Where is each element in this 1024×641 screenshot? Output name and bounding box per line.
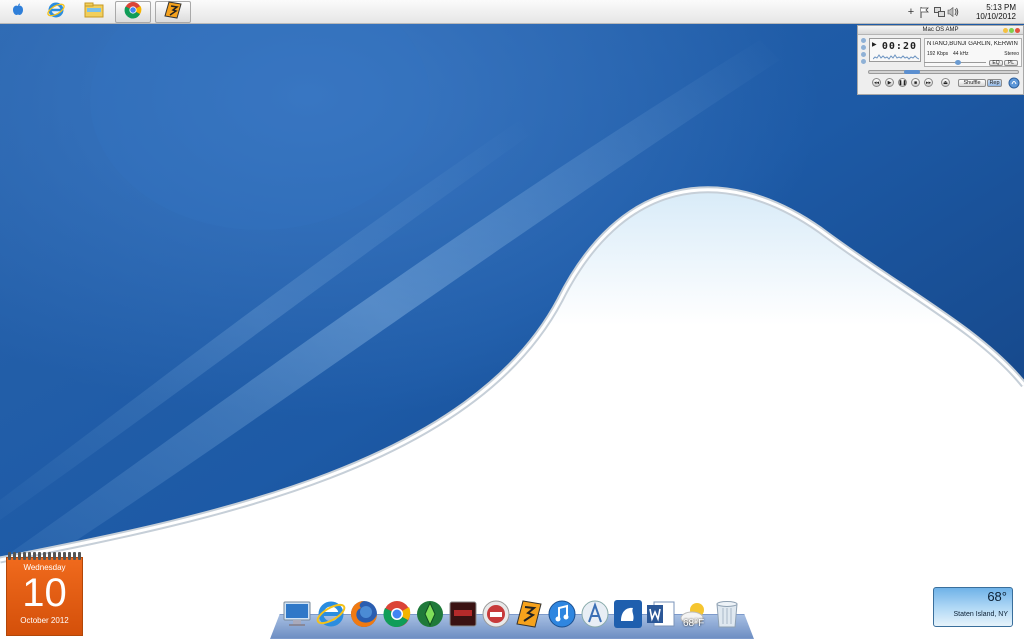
shuffle-button[interactable]: Shuffle (958, 79, 986, 87)
dock-internet-explorer[interactable] (315, 597, 347, 631)
frog-app-icon (613, 599, 643, 629)
amp-player-window: Mac OS AMP ▶ 00:20 NTANO,BUNJI GARLIN, K… (857, 25, 1024, 95)
calendar-month-year: October 2012 (20, 616, 69, 625)
taskbar-winamp-button[interactable] (155, 0, 191, 24)
amp-side-buttons (861, 38, 866, 64)
play-state-icon: ▶ (872, 42, 877, 48)
weather-widget[interactable]: 68° Staten Island, NY (933, 587, 1013, 627)
sims-icon (415, 599, 445, 629)
options-button[interactable] (861, 38, 866, 43)
ie-icon (47, 1, 65, 24)
apple-icon (12, 3, 24, 21)
close-button[interactable] (1015, 28, 1020, 33)
pause-button[interactable]: ❚❚ (898, 78, 907, 87)
amp-bitrate: 192 Kbps (927, 51, 949, 57)
taskbar-chrome-button[interactable] (115, 1, 151, 23)
dock-firefox[interactable] (348, 597, 380, 631)
network-icon[interactable] (932, 5, 946, 19)
media-icon (448, 600, 478, 628)
chrome-icon (124, 1, 142, 24)
repeat-button[interactable]: Rep (987, 79, 1002, 87)
dock-word[interactable] (645, 597, 677, 631)
firefox-icon (349, 599, 379, 629)
app-store-icon (580, 599, 610, 629)
dock-winamp[interactable] (513, 597, 545, 631)
system-tray: + 5:13 PM 10/10/2012 (904, 0, 1024, 24)
taskbar: + 5:13 PM 10/10/2012 (0, 0, 1024, 24)
dock-chrome[interactable] (381, 597, 413, 631)
volume-slider[interactable] (924, 60, 986, 65)
spectrum-visualizer (873, 54, 919, 60)
amp-song-title: NTANO,BUNJI GARLIN, KERWIN (927, 41, 1018, 47)
amp-time-display: ▶ 00:20 (869, 38, 921, 62)
always-on-top-button[interactable] (861, 45, 866, 50)
amp-stereo-indicator: Stereo (1004, 51, 1019, 57)
taskbar-ie-button[interactable] (38, 1, 74, 23)
word-icon (646, 599, 676, 629)
dock-app-store[interactable] (579, 597, 611, 631)
trash-icon (714, 599, 740, 629)
ie-icon (316, 599, 346, 629)
dock-frog-app[interactable] (612, 597, 644, 631)
dock-media-app[interactable] (447, 597, 479, 631)
visualization-button[interactable] (861, 59, 866, 64)
doublesize-button[interactable] (861, 52, 866, 57)
plus-icon[interactable]: + (904, 5, 918, 19)
eq-button[interactable]: EQ (989, 60, 1003, 66)
dock-trash[interactable] (711, 597, 743, 631)
weather-temperature: 68° (987, 589, 1007, 604)
dock-itunes-store[interactable] (480, 597, 512, 631)
clock[interactable]: 5:13 PM 10/10/2012 (966, 3, 1016, 21)
desktop-wallpaper (0, 0, 1024, 641)
playlist-button[interactable]: PL (1004, 60, 1018, 66)
amp-samplerate: 44 kHz (953, 51, 969, 57)
dock-weather-temp: 68°F (683, 618, 705, 629)
winamp-icon (514, 599, 544, 629)
window-controls (1003, 28, 1020, 33)
amp-titlebar[interactable]: Mac OS AMP (858, 26, 1023, 35)
folder-icon (84, 2, 104, 23)
weather-city: Staten Island, NY (953, 611, 1008, 618)
dock-sims[interactable] (414, 597, 446, 631)
maximize-button[interactable] (1009, 28, 1014, 33)
winamp-icon (163, 0, 183, 24)
calendar-day: 10 (22, 571, 67, 615)
amp-title: Mac OS AMP (922, 27, 959, 33)
minimize-button[interactable] (1003, 28, 1008, 33)
flag-icon[interactable] (918, 5, 932, 19)
itunes-store-icon (481, 599, 511, 629)
play-button[interactable]: ▶ (885, 78, 894, 87)
clock-time: 5:13 PM (986, 3, 1016, 12)
dock-computer[interactable] (281, 597, 313, 631)
calendar-rings (6, 552, 83, 560)
volume-icon[interactable] (946, 5, 960, 19)
stop-button[interactable]: ■ (911, 78, 920, 87)
computer-icon (282, 600, 312, 628)
clock-date: 10/10/2012 (975, 12, 1016, 21)
amp-time: 00:20 (881, 41, 917, 52)
volume-knob[interactable] (954, 60, 961, 65)
apple-menu-button[interactable] (0, 1, 36, 23)
calendar-page: Wednesday 10 October 2012 (6, 557, 83, 636)
dock-itunes[interactable] (546, 597, 578, 631)
itunes-icon (547, 599, 577, 629)
seek-knob[interactable] (904, 70, 921, 74)
seek-bar[interactable] (868, 70, 1019, 74)
amp-logo-icon (1008, 77, 1020, 91)
taskbar-explorer-button[interactable] (76, 1, 112, 23)
chrome-icon (382, 599, 412, 629)
next-button[interactable]: ▸▸ (924, 78, 933, 87)
eject-button[interactable]: ⏏ (941, 78, 950, 87)
calendar-widget[interactable]: Wednesday 10 October 2012 (6, 552, 83, 636)
previous-button[interactable]: ◂◂ (872, 78, 881, 87)
